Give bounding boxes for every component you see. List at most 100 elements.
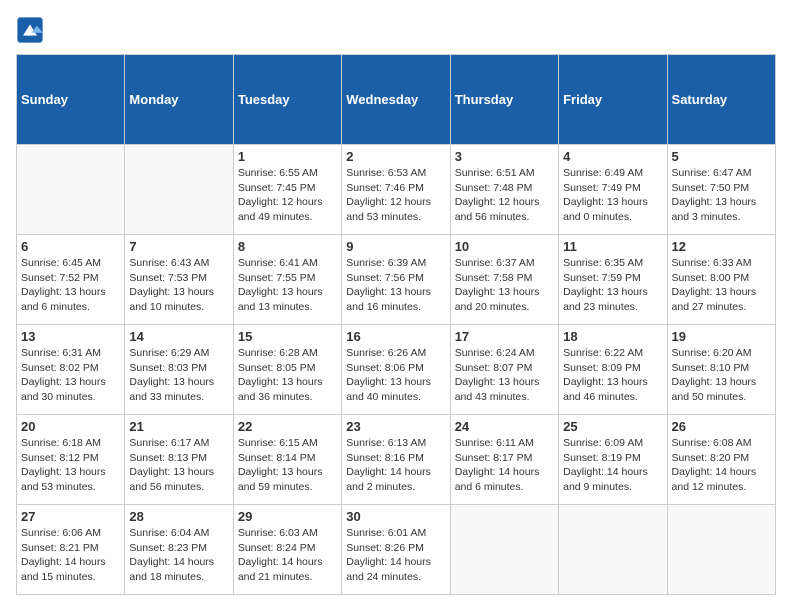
day-number: 8 xyxy=(238,239,337,254)
day-number: 25 xyxy=(563,419,662,434)
day-info: Sunrise: 6:33 AM Sunset: 8:00 PM Dayligh… xyxy=(672,256,771,315)
day-number: 17 xyxy=(455,329,554,344)
logo xyxy=(16,16,48,44)
calendar-cell: 7 Sunrise: 6:43 AM Sunset: 7:53 PM Daylig… xyxy=(125,235,233,325)
day-info: Sunrise: 6:11 AM Sunset: 8:17 PM Dayligh… xyxy=(455,436,554,495)
day-info: Sunrise: 6:03 AM Sunset: 8:24 PM Dayligh… xyxy=(238,526,337,585)
calendar-cell: 23 Sunrise: 6:13 AM Sunset: 8:16 PM Dayli… xyxy=(342,415,450,505)
calendar-cell xyxy=(17,145,125,235)
day-info: Sunrise: 6:53 AM Sunset: 7:46 PM Dayligh… xyxy=(346,166,445,225)
calendar-cell: 18Sunrise: 6:22 AM Sunset: 8:09 PM Dayli… xyxy=(559,325,667,415)
day-info: Sunrise: 6:01 AM Sunset: 8:26 PM Dayligh… xyxy=(346,526,445,585)
day-number: 30 xyxy=(346,509,445,524)
day-number: 28 xyxy=(129,509,228,524)
calendar-cell xyxy=(667,505,775,595)
day-number: 6 xyxy=(21,239,120,254)
day-number: 10 xyxy=(455,239,554,254)
calendar-cell: 14 Sunrise: 6:29 AM Sunset: 8:03 PM Dayli… xyxy=(125,325,233,415)
day-info: Sunrise: 6:08 AM Sunset: 8:20 PM Dayligh… xyxy=(672,436,771,495)
day-info: Sunrise: 6:43 AM Sunset: 7:53 PM Dayligh… xyxy=(129,256,228,315)
day-number: 23 xyxy=(346,419,445,434)
day-info: Sunrise: 6:35 AM Sunset: 7:59 PM Dayligh… xyxy=(563,256,662,315)
day-info: Sunrise: 6:18 AM Sunset: 8:12 PM Dayligh… xyxy=(21,436,120,495)
day-number: 24 xyxy=(455,419,554,434)
day-number: 12 xyxy=(672,239,771,254)
weekday-header-saturday: Saturday xyxy=(667,55,775,145)
calendar-cell: 3 Sunrise: 6:51 AM Sunset: 7:48 PM Daylig… xyxy=(450,145,558,235)
day-number: 2 xyxy=(346,149,445,164)
weekday-header-monday: Monday xyxy=(125,55,233,145)
day-info: Sunrise: 6:17 AM Sunset: 8:13 PM Dayligh… xyxy=(129,436,228,495)
weekday-header-row: SundayMondayTuesdayWednesdayThursdayFrid… xyxy=(17,55,776,145)
calendar-cell: 11Sunrise: 6:35 AM Sunset: 7:59 PM Dayli… xyxy=(559,235,667,325)
day-number: 1 xyxy=(238,149,337,164)
day-number: 27 xyxy=(21,509,120,524)
calendar-week-5: 27 Sunrise: 6:06 AM Sunset: 8:21 PM Dayli… xyxy=(17,505,776,595)
day-info: Sunrise: 6:15 AM Sunset: 8:14 PM Dayligh… xyxy=(238,436,337,495)
day-info: Sunrise: 6:39 AM Sunset: 7:56 PM Dayligh… xyxy=(346,256,445,315)
day-number: 16 xyxy=(346,329,445,344)
day-info: Sunrise: 6:22 AM Sunset: 8:09 PM Dayligh… xyxy=(563,346,662,405)
calendar-cell: 30 Sunrise: 6:01 AM Sunset: 8:26 PM Dayli… xyxy=(342,505,450,595)
day-number: 22 xyxy=(238,419,337,434)
calendar-cell: 20 Sunrise: 6:18 AM Sunset: 8:12 PM Dayli… xyxy=(17,415,125,505)
day-number: 19 xyxy=(672,329,771,344)
day-info: Sunrise: 6:28 AM Sunset: 8:05 PM Dayligh… xyxy=(238,346,337,405)
day-number: 5 xyxy=(672,149,771,164)
weekday-header-friday: Friday xyxy=(559,55,667,145)
calendar-week-4: 20 Sunrise: 6:18 AM Sunset: 8:12 PM Dayli… xyxy=(17,415,776,505)
day-info: Sunrise: 6:20 AM Sunset: 8:10 PM Dayligh… xyxy=(672,346,771,405)
calendar-cell: 21 Sunrise: 6:17 AM Sunset: 8:13 PM Dayli… xyxy=(125,415,233,505)
day-info: Sunrise: 6:45 AM Sunset: 7:52 PM Dayligh… xyxy=(21,256,120,315)
calendar-cell xyxy=(559,505,667,595)
calendar-table: SundayMondayTuesdayWednesdayThursdayFrid… xyxy=(16,54,776,595)
calendar-cell: 8 Sunrise: 6:41 AM Sunset: 7:55 PM Daylig… xyxy=(233,235,341,325)
calendar-cell xyxy=(450,505,558,595)
day-number: 21 xyxy=(129,419,228,434)
day-number: 3 xyxy=(455,149,554,164)
weekday-header-tuesday: Tuesday xyxy=(233,55,341,145)
page-header xyxy=(16,16,776,44)
calendar-cell: 6 Sunrise: 6:45 AM Sunset: 7:52 PM Daylig… xyxy=(17,235,125,325)
calendar-cell: 4 Sunrise: 6:49 AM Sunset: 7:49 PM Daylig… xyxy=(559,145,667,235)
day-number: 9 xyxy=(346,239,445,254)
day-number: 29 xyxy=(238,509,337,524)
calendar-cell: 13 Sunrise: 6:31 AM Sunset: 8:02 PM Dayli… xyxy=(17,325,125,415)
day-number: 20 xyxy=(21,419,120,434)
calendar-cell: 29 Sunrise: 6:03 AM Sunset: 8:24 PM Dayli… xyxy=(233,505,341,595)
day-info: Sunrise: 6:09 AM Sunset: 8:19 PM Dayligh… xyxy=(563,436,662,495)
day-info: Sunrise: 6:24 AM Sunset: 8:07 PM Dayligh… xyxy=(455,346,554,405)
day-number: 14 xyxy=(129,329,228,344)
calendar-cell: 19 Sunrise: 6:20 AM Sunset: 8:10 PM Dayli… xyxy=(667,325,775,415)
calendar-cell: 24 Sunrise: 6:11 AM Sunset: 8:17 PM Dayli… xyxy=(450,415,558,505)
day-info: Sunrise: 6:04 AM Sunset: 8:23 PM Dayligh… xyxy=(129,526,228,585)
calendar-cell: 5Sunrise: 6:47 AM Sunset: 7:50 PM Daylig… xyxy=(667,145,775,235)
calendar-cell: 16 Sunrise: 6:26 AM Sunset: 8:06 PM Dayli… xyxy=(342,325,450,415)
calendar-cell: 26 Sunrise: 6:08 AM Sunset: 8:20 PM Dayli… xyxy=(667,415,775,505)
day-info: Sunrise: 6:49 AM Sunset: 7:49 PM Dayligh… xyxy=(563,166,662,225)
calendar-cell: 2 Sunrise: 6:53 AM Sunset: 7:46 PM Daylig… xyxy=(342,145,450,235)
calendar-cell: 25 Sunrise: 6:09 AM Sunset: 8:19 PM Dayli… xyxy=(559,415,667,505)
day-number: 7 xyxy=(129,239,228,254)
calendar-cell: 28 Sunrise: 6:04 AM Sunset: 8:23 PM Dayli… xyxy=(125,505,233,595)
day-info: Sunrise: 6:13 AM Sunset: 8:16 PM Dayligh… xyxy=(346,436,445,495)
calendar-cell: 15 Sunrise: 6:28 AM Sunset: 8:05 PM Dayli… xyxy=(233,325,341,415)
day-info: Sunrise: 6:26 AM Sunset: 8:06 PM Dayligh… xyxy=(346,346,445,405)
calendar-week-2: 6 Sunrise: 6:45 AM Sunset: 7:52 PM Daylig… xyxy=(17,235,776,325)
day-info: Sunrise: 6:29 AM Sunset: 8:03 PM Dayligh… xyxy=(129,346,228,405)
calendar-cell xyxy=(125,145,233,235)
day-info: Sunrise: 6:06 AM Sunset: 8:21 PM Dayligh… xyxy=(21,526,120,585)
calendar-cell: 22 Sunrise: 6:15 AM Sunset: 8:14 PM Dayli… xyxy=(233,415,341,505)
day-number: 15 xyxy=(238,329,337,344)
day-number: 13 xyxy=(21,329,120,344)
day-info: Sunrise: 6:31 AM Sunset: 8:02 PM Dayligh… xyxy=(21,346,120,405)
calendar-cell: 9 Sunrise: 6:39 AM Sunset: 7:56 PM Daylig… xyxy=(342,235,450,325)
weekday-header-wednesday: Wednesday xyxy=(342,55,450,145)
calendar-cell: 1Sunrise: 6:55 AM Sunset: 7:45 PM Daylig… xyxy=(233,145,341,235)
day-info: Sunrise: 6:51 AM Sunset: 7:48 PM Dayligh… xyxy=(455,166,554,225)
day-number: 26 xyxy=(672,419,771,434)
calendar-cell: 17 Sunrise: 6:24 AM Sunset: 8:07 PM Dayli… xyxy=(450,325,558,415)
day-info: Sunrise: 6:41 AM Sunset: 7:55 PM Dayligh… xyxy=(238,256,337,315)
day-number: 4 xyxy=(563,149,662,164)
logo-icon xyxy=(16,16,44,44)
